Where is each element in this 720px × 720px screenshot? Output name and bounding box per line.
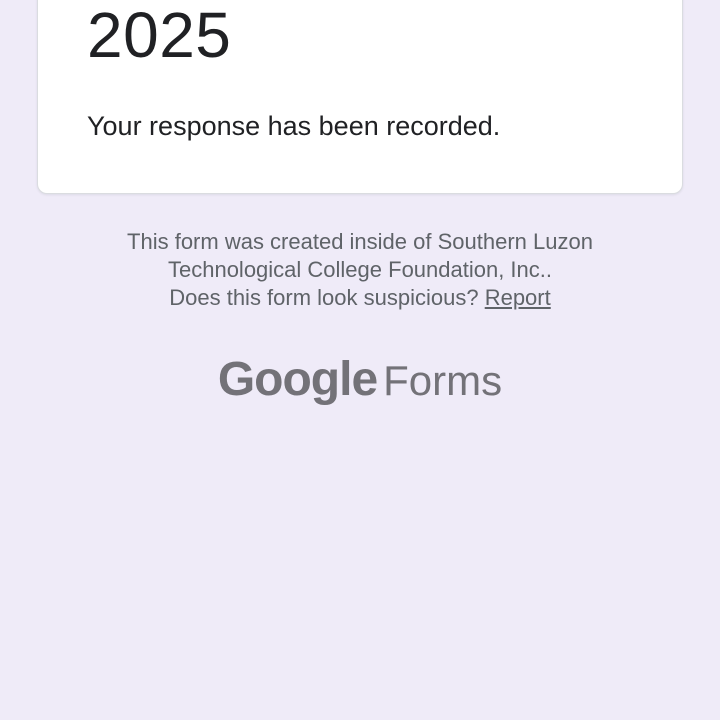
form-footer-note: This form was created inside of Southern… <box>60 228 660 312</box>
report-link[interactable]: Report <box>485 285 551 310</box>
forms-wordmark: Forms <box>383 357 503 404</box>
created-by-line-1: This form was created inside of Southern… <box>127 229 593 254</box>
form-title: 2025 <box>87 0 232 71</box>
google-forms-logo[interactable]: Google Forms <box>0 352 720 407</box>
google-wordmark: Google <box>217 353 378 406</box>
confirmation-message: Your response has been recorded. <box>87 111 501 141</box>
suspicious-text: Does this form look suspicious? <box>169 285 485 310</box>
created-by-line-2: Technological College Foundation, Inc.. <box>167 257 553 282</box>
confirmation-card: 2025 Your response has been recorded. <box>37 0 683 194</box>
suspicious-line: Does this form look suspicious? Report <box>60 284 660 312</box>
